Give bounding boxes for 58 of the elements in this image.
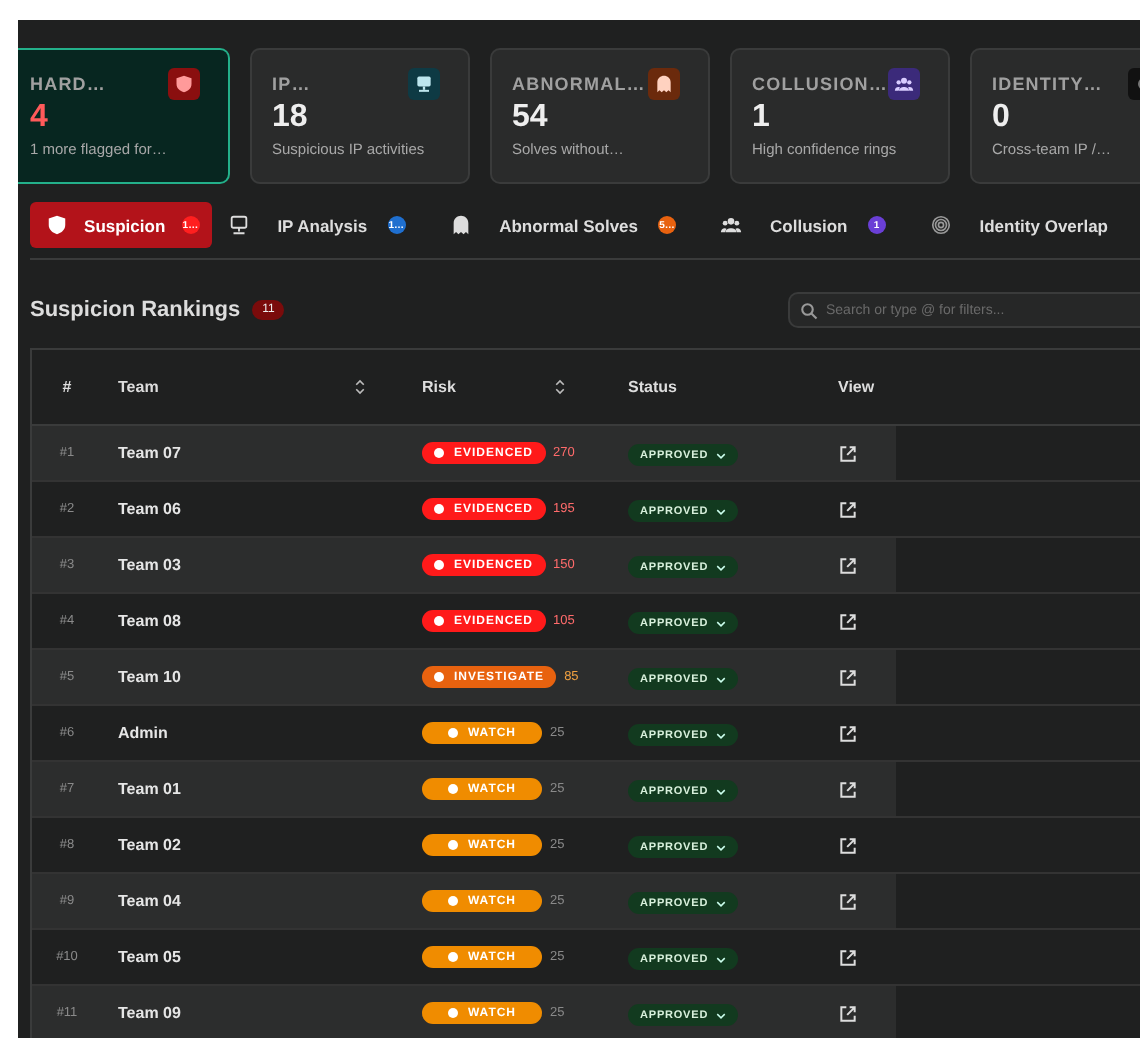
chevron-down-icon [716, 563, 727, 571]
column-header[interactable]: # [32, 378, 102, 396]
column-header[interactable]: Team [102, 378, 402, 396]
team-name: Admin [118, 724, 168, 742]
team-name: Team 04 [118, 892, 181, 910]
card-value: 0 [992, 100, 1012, 136]
tab-icon [449, 214, 472, 236]
team-name: Team 10 [118, 668, 181, 686]
external-link-icon[interactable] [838, 667, 858, 687]
external-link-icon[interactable] [838, 779, 858, 799]
team-name: Team 08 [118, 612, 181, 630]
card-title: IDENTITY… [992, 74, 1103, 94]
chevron-down-icon [716, 787, 727, 795]
sort-icon[interactable] [354, 378, 366, 396]
card-value: 18 [272, 100, 310, 136]
external-link-icon[interactable] [838, 443, 858, 463]
chevron-down-icon [716, 451, 727, 459]
team-name: Team 03 [118, 556, 181, 574]
external-link-icon[interactable] [838, 891, 858, 911]
chevron-down-icon [716, 843, 727, 851]
tab[interactable]: Identity Overlap [913, 202, 1140, 248]
team-name: Team 09 [118, 1004, 181, 1022]
chevron-down-icon [716, 731, 727, 739]
external-link-icon[interactable] [838, 947, 858, 967]
tab-icon [720, 214, 743, 236]
card-value: 1 [752, 100, 772, 136]
tab-icon [929, 214, 952, 236]
chevron-down-icon [716, 899, 727, 907]
team-name: Team 07 [118, 444, 181, 462]
card-title: COLLUSION… [752, 74, 888, 94]
column-header[interactable]: Risk [402, 378, 602, 396]
card-title: ABNORMAL… [512, 74, 646, 94]
column-header[interactable]: View [802, 378, 896, 396]
chevron-down-icon [716, 507, 727, 515]
team-name: Team 06 [118, 500, 181, 518]
chevron-down-icon [716, 619, 727, 627]
chevron-down-icon [716, 675, 727, 683]
card-value: 54 [512, 100, 550, 136]
external-link-icon[interactable] [838, 499, 858, 519]
external-link-icon[interactable] [838, 611, 858, 631]
external-link-icon[interactable] [838, 1003, 858, 1023]
team-name: Team 02 [118, 836, 181, 854]
tab-icon [46, 214, 68, 236]
card-value: 4 [30, 100, 50, 136]
chevron-down-icon [716, 955, 727, 963]
card-title: HARD… [30, 74, 106, 94]
chevron-down-icon [716, 1011, 727, 1019]
team-name: Team 01 [118, 780, 181, 798]
section-title: Suspicion Rankings [30, 298, 241, 322]
card-title: IP… [272, 74, 311, 94]
external-link-icon[interactable] [838, 835, 858, 855]
external-link-icon[interactable] [838, 723, 858, 743]
sort-icon[interactable] [554, 378, 566, 396]
team-name: Team 05 [118, 948, 181, 966]
tab-icon [227, 214, 250, 236]
external-link-icon[interactable] [838, 555, 858, 575]
search-icon [800, 301, 818, 319]
column-header[interactable]: Status [602, 378, 802, 396]
